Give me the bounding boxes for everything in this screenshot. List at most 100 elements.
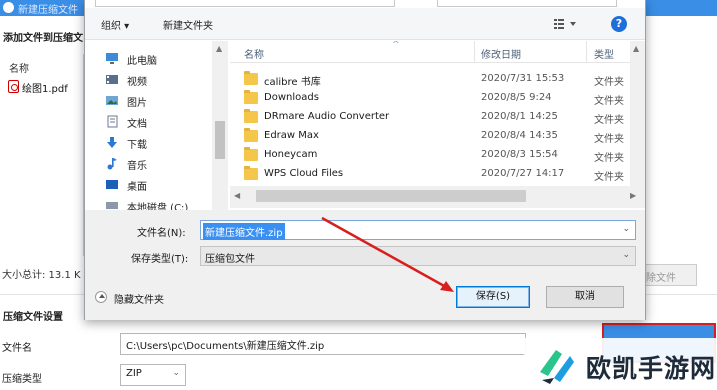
chevron-up-icon bbox=[95, 291, 107, 303]
folder-icon bbox=[244, 128, 258, 142]
dialog-topstrip bbox=[85, 0, 645, 8]
list-horizontal-scrollbar[interactable]: ◀ ▶ bbox=[230, 186, 645, 208]
total-size: 大小总计: 13.1 K bbox=[2, 270, 81, 281]
scroll-thumb[interactable] bbox=[256, 190, 526, 202]
file-item[interactable]: 绘图1.pdf bbox=[22, 80, 68, 95]
watermark-logo bbox=[540, 350, 574, 384]
folder-icon bbox=[244, 109, 258, 123]
folder-icon bbox=[244, 147, 258, 161]
file-name: Downloads bbox=[264, 92, 319, 103]
watermark-text: 欧凯手游网 bbox=[586, 354, 717, 383]
filename-value: 新建压缩文件.zip bbox=[203, 223, 285, 240]
file-type: 文件夹 bbox=[594, 115, 624, 126]
dialog-toolbar: 组织 ▾ 新建文件夹 ? bbox=[85, 8, 645, 40]
file-name: DRmare Audio Converter bbox=[264, 111, 390, 122]
column-header-name[interactable]: 名称 bbox=[244, 46, 264, 61]
file-row[interactable]: Downloads 2020/8/5 9:24 文件夹 bbox=[230, 89, 630, 108]
folder-icon bbox=[244, 90, 258, 104]
cancel-button[interactable]: 取消 bbox=[546, 286, 624, 308]
file-date: 2020/8/3 15:54 bbox=[481, 149, 558, 160]
chevron-down-icon[interactable]: ⌄ bbox=[622, 224, 630, 234]
folder-icon bbox=[244, 71, 258, 85]
compress-type-select[interactable]: ZIP ⌄ bbox=[120, 364, 186, 386]
file-type: 文件夹 bbox=[594, 172, 624, 183]
file-type: 文件夹 bbox=[594, 96, 624, 107]
list-header: 名称 ^ 修改日期 类型 bbox=[230, 41, 630, 63]
video-icon bbox=[106, 75, 118, 84]
file-name: Honeycam bbox=[264, 149, 318, 160]
divider bbox=[0, 294, 90, 295]
nav-scrollbar[interactable]: ▲ bbox=[212, 41, 228, 211]
column-divider[interactable] bbox=[474, 41, 475, 63]
scroll-up-icon[interactable]: ▲ bbox=[633, 44, 639, 53]
app-icon bbox=[3, 2, 14, 13]
nav-label: 下载 bbox=[127, 140, 147, 151]
view-options-icon[interactable] bbox=[553, 17, 577, 30]
file-row[interactable]: Honeycam 2020/8/3 15:54 文件夹 bbox=[230, 146, 630, 165]
file-row[interactable]: calibre 书库 2020/7/31 15:53 文件夹 bbox=[230, 70, 630, 89]
filename-label: 文件名(N): bbox=[137, 228, 186, 239]
file-date: 2020/8/1 14:25 bbox=[481, 111, 558, 122]
scroll-up-icon[interactable]: ▲ bbox=[216, 44, 222, 53]
nav-label: 桌面 bbox=[127, 182, 147, 193]
pictures-icon bbox=[106, 96, 118, 105]
help-icon[interactable]: ? bbox=[611, 16, 627, 32]
scroll-left-icon[interactable]: ◀ bbox=[234, 191, 240, 200]
search-box[interactable] bbox=[437, 0, 617, 7]
file-row[interactable]: Edraw Max 2020/8/4 14:35 文件夹 bbox=[230, 127, 630, 146]
savetype-select[interactable]: 压缩包文件 ⌄ bbox=[200, 246, 636, 266]
organize-menu[interactable]: 组织 ▾ bbox=[101, 17, 129, 32]
compress-type-value: ZIP bbox=[126, 368, 142, 379]
filename-path-input[interactable]: C:\Users\pc\Documents\新建压缩文件.zip bbox=[120, 333, 526, 355]
download-icon bbox=[107, 137, 117, 148]
column-header-date[interactable]: 修改日期 bbox=[481, 46, 521, 61]
scroll-right-icon[interactable]: ▶ bbox=[630, 191, 636, 200]
sort-arrow-icon: ^ bbox=[392, 41, 400, 50]
compress-type-label: 压缩类型 bbox=[2, 374, 42, 385]
address-bar[interactable] bbox=[95, 0, 395, 7]
nav-label: 音乐 bbox=[127, 161, 147, 172]
watermark: 欧凯手游网 bbox=[524, 338, 717, 390]
remove-file-button[interactable]: 除文件 bbox=[637, 264, 697, 286]
filename-input[interactable]: 新建压缩文件.zip ⌄ bbox=[200, 220, 636, 240]
file-row[interactable]: WPS Cloud Files 2020/7/27 14:17 文件夹 bbox=[230, 165, 630, 184]
music-icon bbox=[107, 158, 117, 170]
list-vertical-scrollbar[interactable]: ▲ bbox=[630, 41, 645, 186]
nav-label: 视频 bbox=[127, 77, 147, 88]
nav-label: 此电脑 bbox=[127, 56, 157, 67]
file-row[interactable]: DRmare Audio Converter 2020/8/1 14:25 文件… bbox=[230, 108, 630, 127]
nav-label: 文档 bbox=[127, 119, 147, 130]
file-type: 文件夹 bbox=[594, 134, 624, 145]
hide-folders-label: 隐藏文件夹 bbox=[114, 295, 164, 306]
navigation-pane: 此电脑 视频 图片 文档 下载 音乐 桌面 本地磁盘 (C:) ▲ bbox=[85, 41, 230, 211]
pdf-file-icon bbox=[8, 80, 19, 93]
nav-label: 图片 bbox=[127, 98, 147, 109]
file-type: 文件夹 bbox=[594, 153, 624, 164]
desktop-icon bbox=[106, 180, 118, 189]
file-date: 2020/8/4 14:35 bbox=[481, 130, 558, 141]
save-form: 文件名(N): 新建压缩文件.zip ⌄ 保存类型(T): 压缩包文件 ⌄ 隐藏… bbox=[85, 210, 645, 320]
filename-label: 文件名 bbox=[2, 343, 32, 354]
folder-icon bbox=[244, 166, 258, 180]
file-date: 2020/7/27 14:17 bbox=[481, 168, 565, 179]
new-folder-button[interactable]: 新建文件夹 bbox=[163, 17, 213, 32]
file-date: 2020/8/5 9:24 bbox=[481, 92, 552, 103]
file-name: WPS Cloud Files bbox=[264, 168, 344, 179]
divider bbox=[640, 294, 717, 295]
chevron-down-icon: ⌄ bbox=[622, 250, 630, 260]
file-name: calibre 书库 bbox=[264, 77, 321, 88]
scroll-thumb[interactable] bbox=[215, 121, 225, 159]
file-name: Edraw Max bbox=[264, 130, 319, 141]
files-column-name: 名称 bbox=[9, 64, 29, 75]
file-list: 名称 ^ 修改日期 类型 calibre 书库 2020/7/31 15:53 … bbox=[230, 41, 645, 186]
column-header-type[interactable]: 类型 bbox=[594, 46, 614, 61]
app-title: 新建压缩文件 bbox=[18, 5, 78, 16]
file-type: 文件夹 bbox=[594, 77, 624, 88]
file-date: 2020/7/31 15:53 bbox=[481, 73, 565, 84]
settings-title: 压缩文件设置 bbox=[3, 312, 63, 323]
documents-icon bbox=[107, 115, 118, 128]
save-button[interactable]: 保存(S) bbox=[456, 286, 530, 308]
add-files-label: 添加文件到压缩文 bbox=[3, 33, 83, 44]
column-divider[interactable] bbox=[586, 41, 587, 63]
savetype-label: 保存类型(T): bbox=[131, 254, 189, 265]
